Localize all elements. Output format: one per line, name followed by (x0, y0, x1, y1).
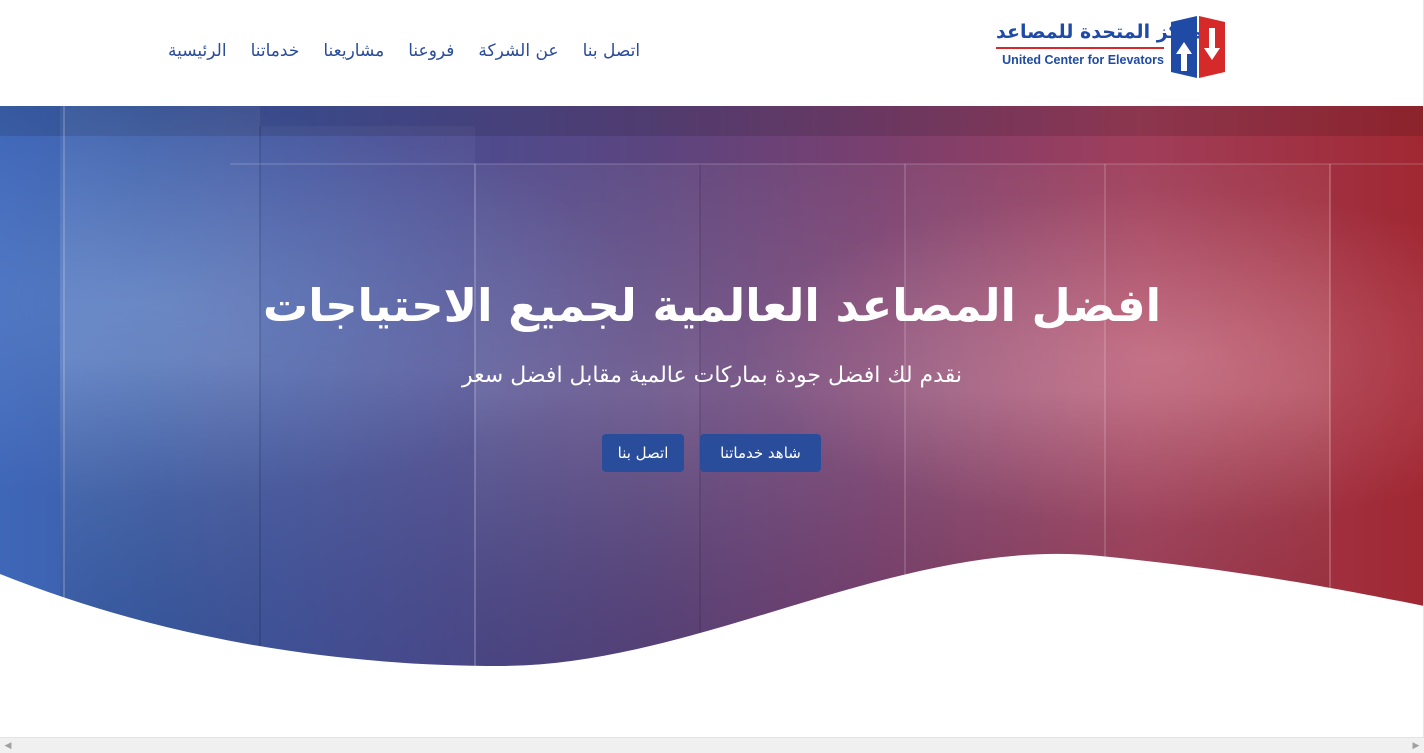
contact-us-button[interactable]: اتصل بنا (602, 434, 684, 472)
view-services-button[interactable]: شاهد خدماتنا (700, 434, 821, 472)
nav-branches-link[interactable]: فروعنا (408, 38, 454, 64)
nav-contact-link[interactable]: اتصل بنا (583, 38, 641, 64)
hero-buttons: اتصل بنا شاهد خدماتنا (602, 434, 821, 472)
nav-about-link[interactable]: عن الشركة (478, 38, 558, 64)
scroll-right-arrow-icon[interactable]: ▶ (1411, 741, 1421, 751)
nav-projects-link[interactable]: مشاريعنا (323, 38, 384, 64)
nav-home-link[interactable]: الرئيسية (168, 38, 227, 64)
site-logo[interactable]: مركز المتحدة للمصاعد United Center for E… (996, 16, 1228, 78)
hero-title: افضل المصاعد العالمية لجميع الاحتياجات (262, 279, 1162, 332)
logo-arabic-name: مركز المتحدة للمصاعد (996, 21, 1204, 43)
logo-divider (996, 47, 1164, 49)
hero-subtitle: نقدم لك افضل جودة بماركات عالمية مقابل ا… (462, 363, 962, 388)
site-header: الرئيسية خدماتنا مشاريعنا فروعنا عن الشر… (0, 0, 1424, 106)
main-nav: الرئيسية خدماتنا مشاريعنا فروعنا عن الشر… (168, 38, 640, 64)
elevator-arrows-logo-icon (1171, 16, 1225, 78)
horizontal-scrollbar[interactable]: ◀ ▶ (0, 737, 1424, 753)
logo-wordmark: مركز المتحدة للمصاعد United Center for E… (996, 20, 1204, 68)
hero-section: افضل المصاعد العالمية لجميع الاحتياجات ن… (0, 106, 1424, 666)
scroll-left-arrow-icon[interactable]: ◀ (3, 741, 13, 751)
nav-services-link[interactable]: خدماتنا (251, 38, 300, 64)
logo-english-name: United Center for Elevators (1002, 53, 1164, 67)
